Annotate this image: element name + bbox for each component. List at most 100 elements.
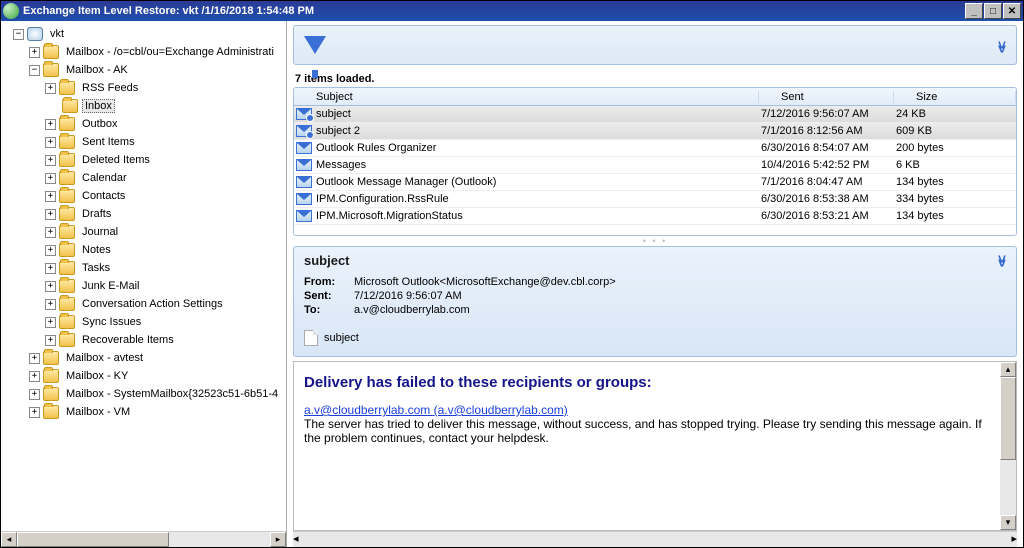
tree-item-drafts[interactable]: + Drafts (5, 205, 286, 223)
expander-icon[interactable]: + (45, 263, 56, 274)
expander-icon[interactable]: + (45, 317, 56, 328)
column-size[interactable]: Size (894, 91, 1016, 103)
table-row[interactable]: Messages10/4/2016 5:42:52 PM6 KB (294, 157, 1016, 174)
folder-icon (59, 135, 75, 149)
mail-icon (296, 159, 312, 171)
scroll-left-icon[interactable]: ◂ (1, 532, 17, 547)
expander-icon[interactable]: + (45, 119, 56, 130)
folder-icon (59, 117, 75, 131)
folder-tree[interactable]: − vkt + Mailbox - /o=cbl/ou=Exchange Adm… (1, 21, 286, 531)
filter-icon[interactable] (304, 36, 326, 54)
cell-subject: subject (316, 108, 761, 120)
message-body-area: Delivery has failed to these recipients … (293, 361, 1017, 531)
expander-icon[interactable]: + (29, 389, 40, 400)
tree-item-sent[interactable]: + Sent Items (5, 133, 286, 151)
tree-root[interactable]: − vkt (5, 25, 286, 43)
tree-label: RSS Feeds (79, 81, 141, 95)
cell-size: 134 bytes (896, 210, 1016, 222)
column-sent[interactable]: Sent (759, 91, 894, 103)
from-value: Microsoft Outlook<MicrosoftExchange@dev.… (354, 276, 616, 288)
content-pane: ˅˅ 7 items loaded. Subject Sent Size sub… (287, 21, 1023, 547)
tree-label: Notes (79, 243, 114, 257)
table-header[interactable]: Subject Sent Size (294, 88, 1016, 106)
tree-item-mailbox-ky[interactable]: + Mailbox - KY (5, 367, 286, 385)
expander-icon[interactable]: + (29, 371, 40, 382)
scroll-right-icon[interactable]: ▸ (1011, 532, 1017, 547)
mailbox-icon (43, 369, 59, 383)
scroll-thumb[interactable] (17, 532, 169, 547)
table-row[interactable]: IPM.Configuration.RssRule6/30/2016 8:53:… (294, 191, 1016, 208)
splitter-handle[interactable]: • • • (293, 236, 1017, 246)
attachment-row[interactable]: subject (304, 326, 1006, 350)
body-horizontal-scrollbar[interactable]: ◂ ▸ (293, 531, 1017, 547)
expander-icon[interactable]: + (45, 191, 56, 202)
tree-horizontal-scrollbar[interactable]: ◂ ▸ (1, 531, 286, 547)
tree-label: Recoverable Items (79, 333, 177, 347)
expander-icon[interactable]: − (29, 65, 40, 76)
tree-item-mailbox-vm[interactable]: + Mailbox - VM (5, 403, 286, 421)
expander-icon[interactable]: + (45, 155, 56, 166)
expander-icon[interactable]: + (45, 227, 56, 238)
tree-item-deleted[interactable]: + Deleted Items (5, 151, 286, 169)
tree-item-notes[interactable]: + Notes (5, 241, 286, 259)
scroll-down-icon[interactable]: ▾ (1000, 515, 1016, 530)
cell-subject: IPM.Microsoft.MigrationStatus (316, 210, 761, 222)
tree-item-rss[interactable]: + RSS Feeds (5, 79, 286, 97)
chevrons-down-icon[interactable]: ˅˅ (998, 41, 1006, 49)
folder-icon (59, 315, 75, 329)
table-row[interactable]: Outlook Message Manager (Outlook)7/1/201… (294, 174, 1016, 191)
sent-label: Sent: (304, 290, 354, 302)
mail-icon (296, 142, 312, 154)
scroll-right-icon[interactable]: ▸ (270, 532, 286, 547)
expander-icon[interactable]: + (45, 335, 56, 346)
body-heading: Delivery has failed to these recipients … (304, 374, 990, 391)
scroll-thumb[interactable] (1000, 377, 1016, 460)
tree-item-sync[interactable]: + Sync Issues (5, 313, 286, 331)
tree-item-mailbox-exadmin[interactable]: + Mailbox - /o=cbl/ou=Exchange Administr… (5, 43, 286, 61)
expander-icon[interactable]: + (29, 407, 40, 418)
expander-icon[interactable]: + (45, 281, 56, 292)
expander-icon[interactable]: + (45, 209, 56, 220)
tree-item-inbox[interactable]: Inbox (5, 97, 286, 115)
tree-item-junk[interactable]: + Junk E-Mail (5, 277, 286, 295)
table-row[interactable]: Outlook Rules Organizer6/30/2016 8:54:07… (294, 140, 1016, 157)
expander-icon[interactable]: − (13, 29, 24, 40)
minimize-button[interactable]: _ (965, 3, 983, 19)
tree-item-mailbox-avtest[interactable]: + Mailbox - avtest (5, 349, 286, 367)
attachment-name: subject (324, 332, 359, 344)
tree-label: vkt (47, 27, 67, 41)
table-row[interactable]: IPM.Microsoft.MigrationStatus6/30/2016 8… (294, 208, 1016, 225)
expander-icon[interactable]: + (45, 83, 56, 94)
tree-item-recov[interactable]: + Recoverable Items (5, 331, 286, 349)
tree-label: Sync Issues (79, 315, 144, 329)
expander-icon[interactable]: + (29, 353, 40, 364)
tree-item-conv[interactable]: + Conversation Action Settings (5, 295, 286, 313)
expander-icon[interactable]: + (45, 137, 56, 148)
expander-icon[interactable]: + (45, 173, 56, 184)
tree-item-contacts[interactable]: + Contacts (5, 187, 286, 205)
tree-item-journal[interactable]: + Journal (5, 223, 286, 241)
table-row[interactable]: subject7/12/2016 9:56:07 AM24 KB (294, 106, 1016, 123)
tree-item-mailbox-ak[interactable]: − Mailbox - AK (5, 61, 286, 79)
tree-item-mailbox-sys[interactable]: + Mailbox - SystemMailbox{32523c51-6b51-… (5, 385, 286, 403)
recipient-link[interactable]: a.v@cloudberrylab.com (a.v@cloudberrylab… (304, 403, 568, 417)
column-subject[interactable]: Subject (294, 91, 759, 103)
maximize-button[interactable]: □ (984, 3, 1002, 19)
body-vertical-scrollbar[interactable]: ▴ ▾ (1000, 362, 1016, 530)
tree-item-outbox[interactable]: + Outbox (5, 115, 286, 133)
chevrons-down-icon[interactable]: ˅˅ (998, 255, 1006, 263)
folder-icon (59, 207, 75, 221)
table-row[interactable]: subject 27/1/2016 8:12:56 AM609 KB (294, 123, 1016, 140)
tree-item-calendar[interactable]: + Calendar (5, 169, 286, 187)
close-button[interactable]: ✕ (1003, 3, 1021, 19)
message-preview-header: subject ˅˅ From: Microsoft Outlook<Micro… (293, 246, 1017, 357)
mailbox-icon (43, 45, 59, 59)
tree-label: Outbox (79, 117, 120, 131)
tree-item-tasks[interactable]: + Tasks (5, 259, 286, 277)
expander-icon[interactable]: + (45, 245, 56, 256)
filter-bar[interactable]: ˅˅ (293, 25, 1017, 65)
tree-label: Junk E-Mail (79, 279, 142, 293)
scroll-up-icon[interactable]: ▴ (1000, 362, 1016, 377)
expander-icon[interactable]: + (29, 47, 40, 58)
expander-icon[interactable]: + (45, 299, 56, 310)
